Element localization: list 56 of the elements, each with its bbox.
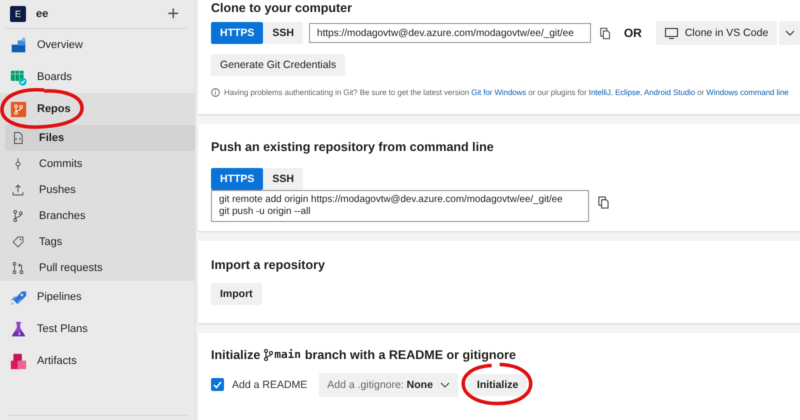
import-button[interactable]: Import xyxy=(211,282,262,305)
protocol-tab[interactable]: SSH xyxy=(263,22,304,44)
boxes-icon xyxy=(10,352,27,370)
nav-item[interactable]: Pushes xyxy=(5,177,195,203)
project-avatar: E xyxy=(10,6,26,22)
nav-item[interactable]: Repos xyxy=(5,93,195,125)
repos-icon xyxy=(10,100,27,118)
protocol-tab[interactable]: HTTPS xyxy=(211,168,264,190)
branch-icon xyxy=(264,348,274,361)
info-icon xyxy=(211,88,220,97)
push-icon xyxy=(11,183,25,197)
nav-item[interactable]: Pull requests xyxy=(5,255,195,281)
gitignore-dropdown[interactable]: Add a .gitignore: None xyxy=(319,372,458,397)
copy-icon[interactable] xyxy=(598,26,610,40)
branch-name: main xyxy=(274,348,301,362)
nav-item[interactable]: Pipelines xyxy=(5,281,195,313)
project-name: ee xyxy=(36,8,50,20)
nav-item[interactable]: Artifacts xyxy=(5,345,195,377)
section-title: Push an existing repository from command line xyxy=(211,140,495,154)
section-title: Import a repository xyxy=(211,258,326,272)
nav-item[interactable]: Branches xyxy=(5,203,195,229)
pull-request-icon xyxy=(11,261,25,275)
initialize-button[interactable]: Initialize xyxy=(468,374,528,396)
generate-credentials-button[interactable]: Generate Git Credentials xyxy=(211,54,346,76)
tag-icon xyxy=(11,235,25,249)
checkbox-label: Add a README xyxy=(232,378,308,391)
branch-icon xyxy=(11,209,25,223)
dropdown-button[interactable] xyxy=(779,21,800,45)
file-icon xyxy=(11,131,25,145)
section-title: Clone to your computer xyxy=(211,0,353,15)
copy-icon[interactable] xyxy=(597,196,609,209)
nav-item[interactable]: Tags xyxy=(5,229,195,255)
nav-item[interactable]: Overview xyxy=(5,29,195,61)
rocket-icon xyxy=(10,288,27,306)
checkbox[interactable] xyxy=(211,378,224,392)
protocol-tab[interactable]: HTTPS xyxy=(211,22,264,44)
monitor-icon xyxy=(664,28,678,38)
or-label: OR xyxy=(624,26,642,40)
boards-icon xyxy=(10,68,27,86)
url-field[interactable]: https://modagovtw@dev.azure.com/modagovtw/ee/_git/ee xyxy=(309,23,591,43)
flask-icon xyxy=(10,320,27,338)
nav-item[interactable]: Commits xyxy=(5,151,195,177)
command-line: git push -u origin --all xyxy=(219,206,312,218)
clone-vscode-button[interactable]: Clone in VS Code xyxy=(656,21,778,45)
nav-item[interactable]: Boards xyxy=(5,61,195,93)
chevron-down-icon xyxy=(784,30,795,36)
command-box[interactable]: git remote add origin https://modagovtw@dev.azure.com/modagovtw/ee/_git/ee git push -u origin --all xyxy=(211,190,589,222)
protocol-tab[interactable]: SSH xyxy=(263,168,304,190)
overview-icon xyxy=(10,36,27,54)
chevron-down-icon xyxy=(440,382,450,388)
section-title: branch with a README or gitignore xyxy=(304,348,516,362)
nav-item[interactable]: Files xyxy=(5,125,195,151)
section-title: Initialize xyxy=(211,348,260,362)
nav-item[interactable]: Test Plans xyxy=(5,313,195,345)
command-line: git remote add origin https://modagovtw@dev.azure.com/modagovtw/ee/_git/ee xyxy=(219,194,564,206)
add-button[interactable]: + xyxy=(167,4,179,24)
